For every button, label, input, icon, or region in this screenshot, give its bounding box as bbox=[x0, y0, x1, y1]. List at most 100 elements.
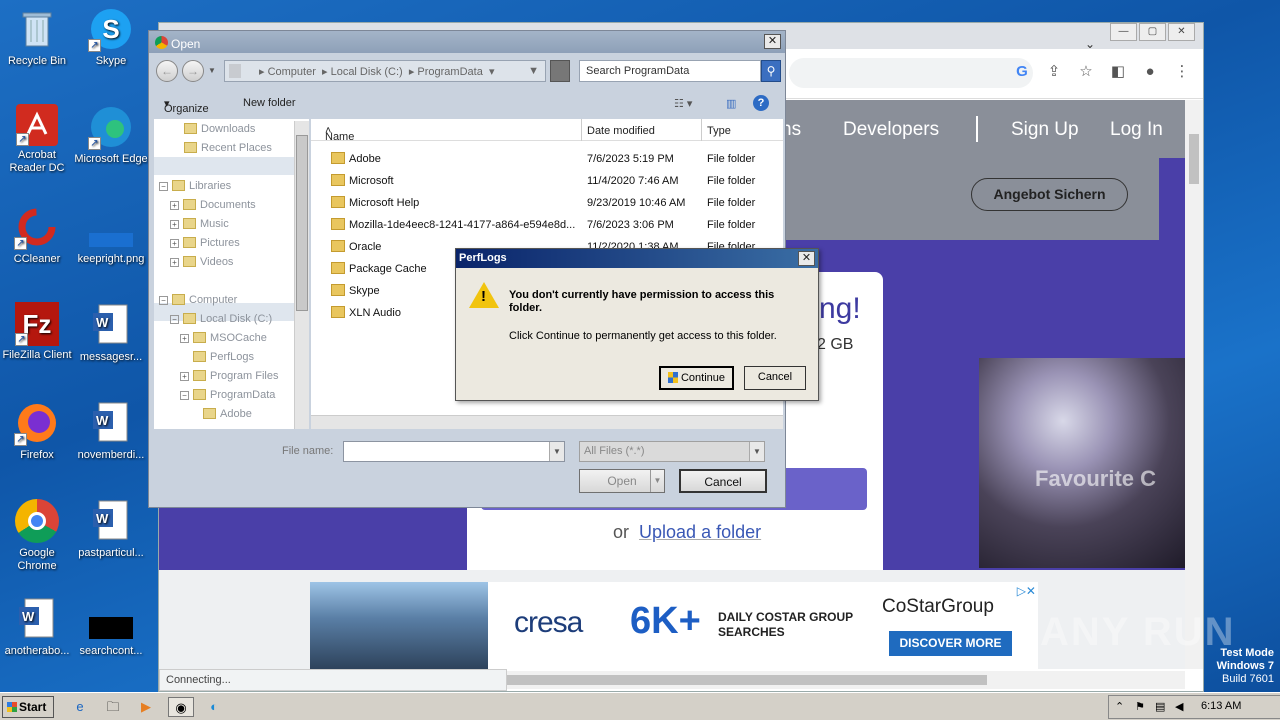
address-dropdown-icon[interactable]: ▼ bbox=[528, 65, 539, 77]
nav-recent-places[interactable]: Recent Places bbox=[184, 142, 272, 154]
nav-local-disk[interactable]: − Local Disk (C:) bbox=[170, 313, 272, 325]
profile-icon[interactable]: ● bbox=[1141, 63, 1159, 81]
open-button[interactable]: Open ▼ bbox=[579, 469, 665, 493]
filename-dropdown-icon[interactable]: ▼ bbox=[549, 442, 564, 461]
recycle-bin-icon bbox=[14, 6, 60, 52]
clock[interactable]: 6:13 AM bbox=[1201, 700, 1241, 712]
edge-taskbar-icon[interactable]: ◐ bbox=[204, 697, 224, 717]
edge-icon: ↗ bbox=[88, 104, 134, 150]
permission-cancel-button[interactable]: Cancel bbox=[744, 366, 806, 390]
nav-login[interactable]: Log In bbox=[1110, 119, 1163, 141]
media-player-icon[interactable]: ▶ bbox=[136, 697, 156, 717]
desktop-icon-anotherabo[interactable]: W anotherabo... bbox=[0, 596, 74, 658]
file-row[interactable]: Microsoft 11/4/2020 7:46 AM File folder bbox=[311, 170, 783, 192]
chrome-taskbar-icon[interactable]: ◉ bbox=[168, 697, 194, 717]
nav-signup[interactable]: Sign Up bbox=[1011, 119, 1079, 141]
desktop-icon-messagesr[interactable]: W messagesr... bbox=[74, 302, 148, 364]
maximize-button[interactable]: ▢ bbox=[1139, 23, 1166, 41]
desktop-icon-edge[interactable]: ↗ Microsoft Edge bbox=[74, 104, 148, 166]
tray-expand-icon[interactable]: ⌃ bbox=[1115, 700, 1124, 713]
new-folder-button[interactable]: New folder bbox=[243, 97, 296, 109]
nav-program-files[interactable]: + Program Files bbox=[180, 370, 278, 382]
ie-icon[interactable]: e bbox=[70, 697, 90, 717]
filename-input[interactable]: ▼ bbox=[343, 441, 565, 462]
desktop-icon-firefox[interactable]: ↗ Firefox bbox=[0, 400, 74, 462]
nav-music[interactable]: + Music bbox=[170, 218, 229, 230]
desktop-icon-keepright[interactable]: keepright.png bbox=[74, 204, 148, 266]
nav-perflogs[interactable]: PerfLogs bbox=[193, 351, 254, 363]
view-options-icon[interactable]: ☷ ▾ bbox=[674, 97, 692, 110]
music-icon bbox=[183, 218, 196, 229]
continue-button[interactable]: Continue bbox=[659, 366, 734, 390]
desktop-icon-searchcont[interactable]: searchcont... bbox=[74, 596, 148, 658]
preview-pane-icon[interactable]: ▥ bbox=[726, 97, 736, 110]
nav-pane-scrollbar[interactable] bbox=[294, 121, 309, 429]
search-input[interactable]: Search ProgramData bbox=[579, 60, 761, 82]
page-horizontal-scrollbar[interactable] bbox=[507, 671, 1185, 689]
nav-programdata[interactable]: − ProgramData bbox=[180, 389, 275, 401]
nav-msocache[interactable]: + MSOCache bbox=[180, 332, 267, 344]
start-button[interactable]: Start bbox=[2, 696, 54, 718]
share-icon[interactable]: ⇪ bbox=[1045, 63, 1063, 81]
breadcrumb[interactable]: ▸ Computer ▸ Local Disk (C:) ▸ ProgramDa… bbox=[224, 60, 546, 82]
nav-downloads[interactable]: Downloads bbox=[184, 123, 255, 135]
desktop-icon-chrome[interactable]: Google Chrome bbox=[0, 498, 74, 573]
file-row[interactable]: Mozilla-1de4eec8-1241-4177-a864-e594e8d.… bbox=[311, 214, 783, 236]
desktop-icon-recycle-bin[interactable]: Recycle Bin bbox=[0, 6, 74, 68]
nav-videos[interactable]: + Videos bbox=[170, 256, 233, 268]
address-bar[interactable] bbox=[789, 58, 1033, 88]
file-list-scrollbar[interactable] bbox=[311, 415, 783, 429]
help-icon[interactable]: ? bbox=[753, 95, 769, 111]
file-type-filter[interactable]: All Files (*.*) ▼ bbox=[579, 441, 765, 462]
ad-discover-button[interactable]: DISCOVER MORE bbox=[889, 631, 1012, 656]
angebot-button[interactable]: Angebot Sichern bbox=[971, 178, 1128, 211]
ad-banner[interactable]: cresa 6K+ DAILY COSTAR GROUP SEARCHES Co… bbox=[310, 582, 1038, 669]
nav-pictures[interactable]: + Pictures bbox=[170, 237, 240, 249]
bookmark-star-icon[interactable]: ☆ bbox=[1077, 63, 1095, 81]
column-type[interactable]: Type bbox=[707, 125, 731, 137]
desktop-icon-filezilla[interactable]: Fz ↗ FileZilla Client bbox=[0, 302, 74, 362]
network-icon[interactable]: ▤ bbox=[1155, 700, 1165, 713]
nav-adobe[interactable]: Adobe bbox=[203, 408, 252, 420]
file-row[interactable]: Adobe 7/6/2023 5:19 PM File folder bbox=[311, 148, 783, 170]
column-name[interactable]: Name ˄ bbox=[325, 125, 354, 143]
upload-folder-link[interactable]: Upload a folder bbox=[639, 522, 761, 542]
desktop-icon-skype[interactable]: S ↗ Skype bbox=[74, 6, 148, 68]
cancel-button[interactable]: Cancel bbox=[679, 469, 767, 493]
desktop-icon-acrobat[interactable]: ↗ Acrobat Reader DC bbox=[0, 104, 74, 175]
google-icon[interactable]: G bbox=[1013, 63, 1031, 81]
open-split-chevron-icon[interactable]: ▼ bbox=[650, 470, 664, 492]
organize-button[interactable]: Organize ▾ bbox=[164, 97, 209, 115]
nav-computer[interactable]: − Computer bbox=[159, 294, 237, 306]
menu-icon[interactable]: ⋮ bbox=[1173, 63, 1191, 81]
filter-dropdown-icon[interactable]: ▼ bbox=[749, 442, 764, 461]
page-vertical-scrollbar[interactable] bbox=[1185, 100, 1203, 669]
close-button[interactable]: ✕ bbox=[1168, 23, 1195, 41]
desktop-icon-pastparticul[interactable]: W pastparticul... bbox=[74, 498, 148, 560]
minimize-button[interactable]: — bbox=[1110, 23, 1137, 41]
column-date-modified[interactable]: Date modified bbox=[587, 125, 655, 137]
forward-button[interactable]: → bbox=[182, 60, 204, 82]
ad-costar-logo: CoStarGroup bbox=[882, 596, 994, 617]
desktop-icon-novemberdi[interactable]: W novemberdi... bbox=[74, 400, 148, 462]
acrobat-icon: ↗ bbox=[16, 104, 58, 146]
desktop-icon-ccleaner[interactable]: ↗ CCleaner bbox=[0, 204, 74, 266]
back-button[interactable]: ← bbox=[156, 60, 178, 82]
recent-locations-chevron-icon[interactable]: ▼ bbox=[208, 66, 216, 75]
ad-close-icon[interactable]: ▷✕ bbox=[1017, 584, 1036, 598]
volume-icon[interactable]: ◀ bbox=[1175, 700, 1183, 713]
side-panel-icon[interactable]: ◧ bbox=[1109, 63, 1127, 81]
open-dialog-close-button[interactable]: ✕ bbox=[764, 34, 781, 49]
search-icon[interactable]: ⚲ bbox=[761, 60, 781, 82]
nav-divider bbox=[976, 116, 978, 142]
nav-documents[interactable]: + Documents bbox=[170, 199, 256, 211]
nav-developers[interactable]: Developers bbox=[843, 119, 939, 141]
permission-close-button[interactable]: ✕ bbox=[798, 251, 815, 266]
nav-libraries[interactable]: − Libraries bbox=[159, 180, 231, 192]
explorer-icon[interactable]: 🗀 bbox=[103, 697, 123, 717]
svg-text:W: W bbox=[96, 315, 109, 330]
permission-dialog-title: PerfLogs bbox=[456, 249, 818, 268]
refresh-button[interactable] bbox=[550, 60, 570, 82]
action-center-icon[interactable]: ⚑ bbox=[1135, 700, 1145, 713]
file-row[interactable]: Microsoft Help 9/23/2019 10:46 AM File fol… bbox=[311, 192, 783, 214]
